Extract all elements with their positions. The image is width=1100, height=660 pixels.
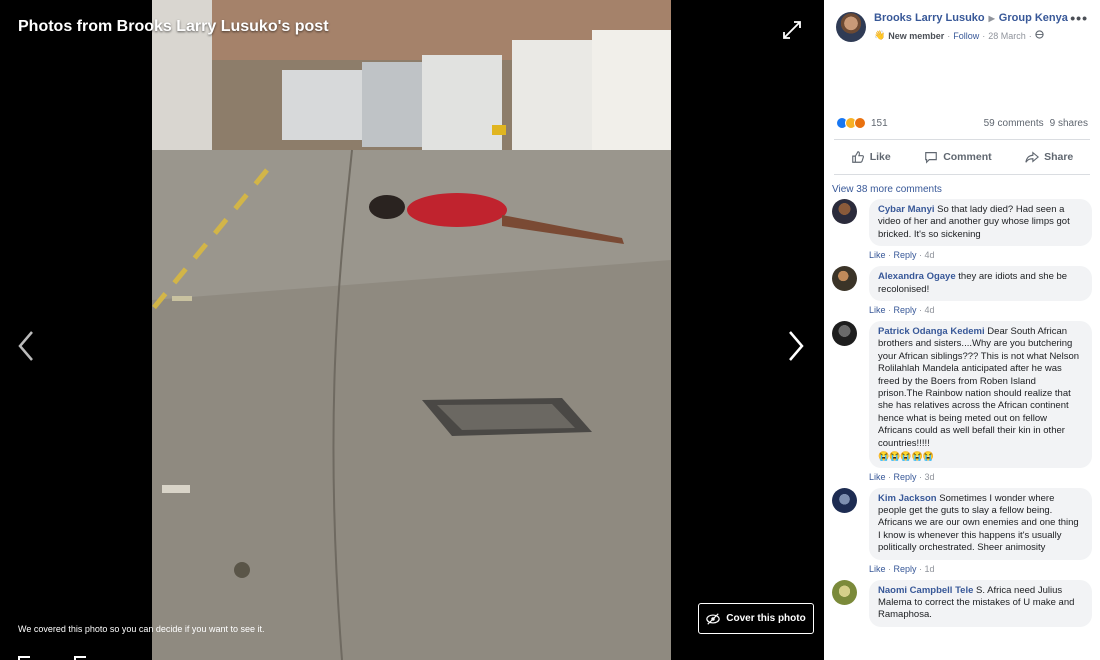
comment-time[interactable]: 1d — [925, 564, 935, 574]
like-label: Like — [869, 151, 891, 163]
comment-author[interactable]: Naomi Campbell Tele — [878, 585, 973, 596]
comment-icon — [925, 152, 938, 164]
comment-author[interactable]: Patrick Odanga Kedemi — [878, 326, 985, 337]
commenter-avatar[interactable] — [832, 579, 857, 605]
post-stats: 59 comments 9 shares — [984, 118, 1088, 129]
next-photo-button[interactable] — [784, 328, 808, 364]
post-title: Brooks Larry Lusuko ▶ Group Kenya — [874, 12, 1068, 24]
like-button[interactable]: Like — [851, 150, 891, 164]
comment-bubble: Kim Jackson Sometimes I wonder where peo… — [869, 487, 1092, 560]
post-date[interactable]: 28 March — [988, 31, 1026, 41]
chevron-left-icon — [18, 331, 33, 361]
chevron-right-icon — [789, 331, 804, 361]
author-avatar[interactable] — [836, 12, 866, 42]
comment-emojis: 😭😭😭😭😭 — [878, 451, 935, 462]
comment-reply-link[interactable]: Reply — [894, 305, 917, 315]
shares-count[interactable]: 9 shares — [1050, 118, 1088, 129]
post-photo[interactable] — [152, 0, 671, 660]
comment-bubble: Alexandra Ogaye they are idiots and she … — [869, 266, 1092, 302]
comment-bubble: Cybar Manyi So that lady died? Had seen … — [869, 199, 1092, 247]
photo-viewer: Photos from Brooks Larry Lusuko's post W… — [0, 0, 824, 660]
triangle-right-icon: ▶ — [988, 13, 995, 23]
expand-icon[interactable] — [782, 20, 802, 40]
post-meta: 👋 New member · Follow · 28 March · — [874, 30, 1044, 41]
comment-footer: Like · Reply · 1d — [869, 563, 935, 574]
comment-time[interactable]: 3d — [925, 472, 935, 482]
comment-footer: Like · Reply · 4d — [869, 305, 935, 316]
post-sidebar: Brooks Larry Lusuko ▶ Group Kenya ••• 👋 … — [824, 0, 1100, 660]
view-more-comments-link[interactable]: View 38 more comments — [832, 184, 942, 195]
comment-bubble: Naomi Campbell Tele S. Africa need Juliu… — [869, 579, 1092, 627]
comments-list: Cybar Manyi So that lady died? Had seen … — [832, 199, 1092, 633]
angry-reaction-icon — [854, 117, 866, 129]
post-actions: Like Comment Share — [834, 139, 1090, 175]
comment: Patrick Odanga Kedemi Dear South African… — [832, 321, 1092, 482]
viewer-title: Photos from Brooks Larry Lusuko's post — [18, 18, 329, 35]
comment-author[interactable]: Kim Jackson — [878, 493, 937, 504]
new-member-icon: 👋 — [874, 30, 886, 40]
options-icon[interactable] — [74, 656, 86, 660]
comment-like-link[interactable]: Like — [869, 305, 886, 315]
comments-count[interactable]: 59 comments — [984, 118, 1044, 129]
commenter-avatar[interactable] — [832, 487, 857, 513]
comment-label: Comment — [943, 151, 992, 163]
comment-text: Dear South African brothers and sisters.… — [878, 326, 1080, 449]
commenter-avatar[interactable] — [832, 321, 857, 347]
share-button[interactable]: Share — [1025, 150, 1073, 164]
cover-note: We covered this photo so you can decide … — [18, 624, 265, 634]
reactions-summary[interactable]: 151 — [836, 117, 888, 129]
comment-button[interactable]: Comment — [924, 150, 992, 164]
comment-reply-link[interactable]: Reply — [894, 564, 917, 574]
commenter-avatar[interactable] — [832, 266, 857, 292]
comment-reply-link[interactable]: Reply — [894, 250, 917, 260]
more-options-icon[interactable]: ••• — [1070, 10, 1088, 26]
eye-slash-icon — [706, 612, 721, 625]
comment: Cybar Manyi So that lady died? Had seen … — [832, 199, 1092, 260]
previous-photo-button[interactable] — [14, 328, 38, 364]
comment-author[interactable]: Alexandra Ogaye — [878, 271, 956, 282]
comment-time[interactable]: 4d — [925, 305, 935, 315]
cover-photo-button[interactable]: Cover this photo — [698, 603, 814, 634]
comment-reply-link[interactable]: Reply — [894, 472, 917, 482]
follow-link[interactable]: Follow — [953, 31, 979, 41]
share-icon — [1025, 151, 1040, 163]
comment-author[interactable]: Cybar Manyi — [878, 204, 935, 215]
comment-footer: Like · Reply · 4d — [869, 250, 935, 261]
group-name[interactable]: Group Kenya — [999, 12, 1068, 24]
post-header: Brooks Larry Lusuko ▶ Group Kenya ••• 👋 … — [824, 0, 1100, 108]
author-name[interactable]: Brooks Larry Lusuko — [874, 12, 985, 24]
globe-icon — [1035, 30, 1044, 41]
bottom-toolbar — [18, 656, 86, 660]
comment-like-link[interactable]: Like — [869, 250, 886, 260]
comment-time[interactable]: 4d — [925, 250, 935, 260]
tag-icon[interactable] — [18, 656, 30, 660]
comment-like-link[interactable]: Like — [869, 472, 886, 482]
member-badge: New member — [888, 30, 945, 41]
comment-footer: Like · Reply · 3d — [869, 471, 935, 482]
comment: Naomi Campbell Tele S. Africa need Juliu… — [832, 579, 1092, 627]
thumbs-up-icon — [851, 151, 864, 163]
cover-photo-label: Cover this photo — [726, 613, 806, 624]
reactions-row: 151 59 comments 9 shares — [824, 117, 1100, 129]
comment: Alexandra Ogaye they are idiots and she … — [832, 266, 1092, 315]
comment-bubble: Patrick Odanga Kedemi Dear South African… — [869, 321, 1092, 468]
share-label: Share — [1044, 151, 1074, 163]
reaction-count: 151 — [871, 117, 888, 129]
commenter-avatar[interactable] — [832, 199, 857, 224]
comment-like-link[interactable]: Like — [869, 564, 886, 574]
photo-scene — [152, 0, 671, 660]
comment: Kim Jackson Sometimes I wonder where peo… — [832, 487, 1092, 574]
